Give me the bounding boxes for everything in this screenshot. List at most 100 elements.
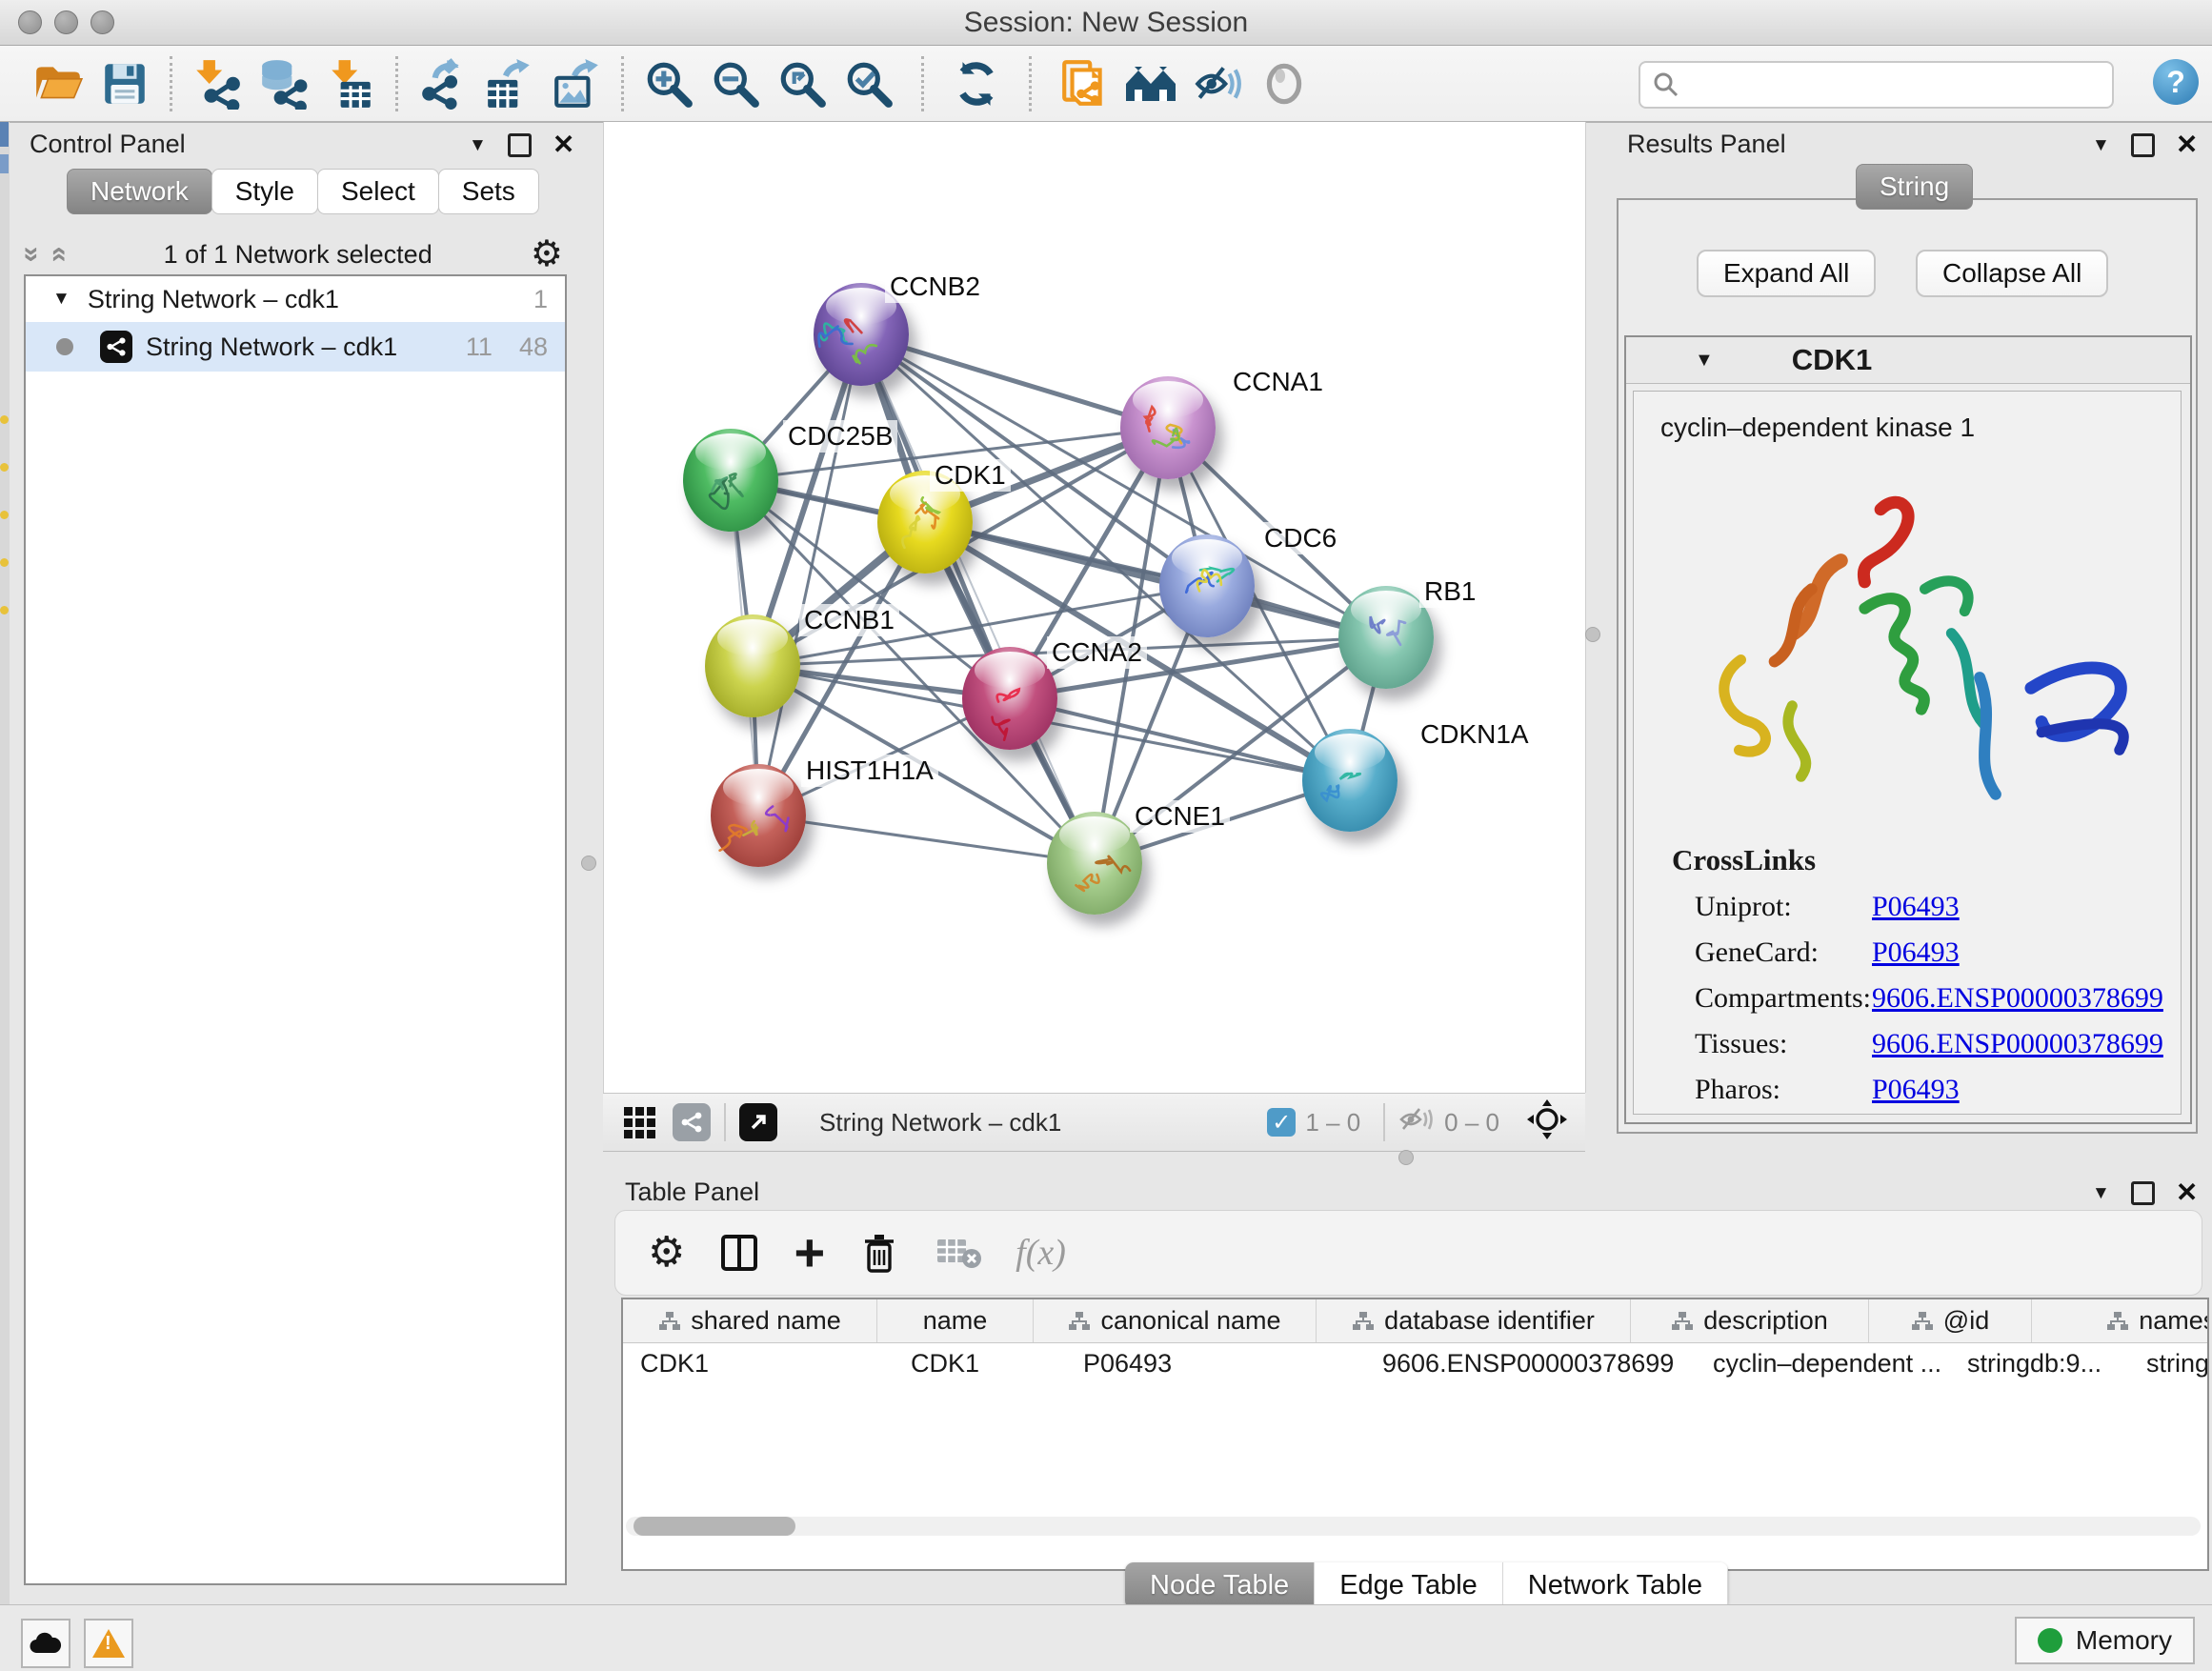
network-row-selected[interactable]: String Network – cdk1 11 48: [26, 322, 565, 372]
crosslink-link[interactable]: 9606.ENSP00000378699: [1872, 1028, 2163, 1059]
table-options-gear-icon[interactable]: ⚙: [648, 1232, 685, 1274]
table-panel-collapse-icon[interactable]: ▼: [2092, 1184, 2110, 1202]
import-table-icon[interactable]: [323, 56, 378, 111]
entry-collapse-icon[interactable]: ▼: [1695, 350, 1714, 372]
eye-disabled-icon[interactable]: [1257, 56, 1312, 111]
collection-label: String Network – cdk1: [88, 285, 339, 314]
collapse-all-networks-icon[interactable]: »: [41, 247, 73, 263]
crosslink-link[interactable]: P06493: [1872, 891, 1960, 922]
help-icon[interactable]: ?: [2153, 59, 2199, 105]
show-hide-icon[interactable]: [1190, 56, 1245, 111]
delete-table-icon: [934, 1232, 983, 1274]
column-header-database-identifier[interactable]: database identifier: [1317, 1299, 1631, 1342]
node-hist1h1a[interactable]: [711, 764, 806, 867]
control-panel-collapse-icon[interactable]: ▼: [469, 136, 487, 154]
crosslink-link[interactable]: P06493: [1872, 936, 1960, 968]
node-cdc25b[interactable]: [683, 429, 778, 532]
create-column-icon[interactable]: +: [794, 1234, 825, 1272]
node-label-ccnb1: CCNB1: [799, 604, 899, 636]
export-table-icon[interactable]: [482, 56, 537, 111]
tab-select[interactable]: Select: [317, 169, 439, 214]
node-label-rb1: RB1: [1419, 575, 1480, 608]
zoom-out-icon[interactable]: [708, 56, 763, 111]
zoom-selected-icon[interactable]: [841, 56, 896, 111]
birds-eye-view-icon[interactable]: [739, 1103, 777, 1141]
tab-sets[interactable]: Sets: [438, 169, 539, 214]
network-canvas[interactable]: CCNB2CCNA1CDC25BCDK1CDC6RB1CCNB1CCNA2CDK…: [603, 122, 1586, 1093]
cloud-status-button[interactable]: [21, 1619, 70, 1668]
result-entry-header[interactable]: ▼ CDK1: [1626, 337, 2190, 384]
column-header-namespace[interactable]: namespace: [2032, 1299, 2209, 1342]
table-horizontal-scrollbar[interactable]: [626, 1517, 2201, 1536]
node-ccnb1[interactable]: [705, 614, 800, 717]
save-session-icon[interactable]: [97, 56, 152, 111]
results-panel-float-icon[interactable]: [2131, 133, 2155, 157]
node-cdc6[interactable]: [1159, 534, 1255, 637]
node-ccna2[interactable]: [962, 647, 1057, 750]
export-network-icon[interactable]: [415, 56, 471, 111]
network-collection-row[interactable]: ▼ String Network – cdk1 1: [26, 276, 565, 322]
crosslink-link[interactable]: P06493: [1872, 1074, 1960, 1105]
import-network-file-icon[interactable]: [190, 56, 245, 111]
selected-count-icon[interactable]: ✓: [1267, 1108, 1296, 1137]
home-icon[interactable]: [1123, 56, 1178, 111]
node-label-cdk1: CDK1: [930, 459, 1011, 492]
string-view-icon[interactable]: [673, 1103, 711, 1141]
right-splitter-handle[interactable]: [1585, 627, 1600, 642]
open-session-icon[interactable]: [30, 56, 86, 111]
node-ccne1[interactable]: [1047, 812, 1142, 915]
search-field[interactable]: [1639, 61, 2114, 109]
table-row[interactable]: CDK1CDK1P064939606.ENSP00000378699cyclin…: [623, 1343, 2207, 1383]
control-panel-float-icon[interactable]: [508, 133, 532, 157]
tab-string-results[interactable]: String: [1856, 164, 1973, 210]
crosslink-value: 9606.ENSP00000378699: [1872, 982, 2163, 1015]
node-label-cdc25b: CDC25B: [783, 420, 897, 453]
horizontal-splitter-handle[interactable]: [1398, 1150, 1414, 1165]
string-import-icon[interactable]: [1056, 56, 1112, 111]
show-columns-icon[interactable]: [717, 1231, 761, 1275]
crosslink-link[interactable]: 9606.ENSP00000378699: [1872, 982, 2163, 1014]
zoom-fit-icon[interactable]: [774, 56, 830, 111]
results-panel-close-icon[interactable]: ✕: [2176, 131, 2198, 158]
hidden-count: 0 – 0: [1444, 1108, 1499, 1137]
tab-edge-table[interactable]: Edge Table: [1315, 1562, 1503, 1609]
fit-content-crosshair-icon[interactable]: [1526, 1098, 1568, 1147]
refresh-icon[interactable]: [949, 56, 1004, 111]
delete-column-icon[interactable]: [857, 1231, 901, 1275]
tab-node-table[interactable]: Node Table: [1125, 1562, 1315, 1609]
column-header--id[interactable]: @id: [1869, 1299, 2032, 1342]
grid-view-icon[interactable]: [624, 1107, 655, 1138]
cytoscape-window: Session: New Session: [0, 0, 2212, 1671]
hidden-count-icon[interactable]: [1398, 1103, 1435, 1142]
column-header-description[interactable]: description: [1631, 1299, 1869, 1342]
selected-count: 1 – 0: [1305, 1108, 1360, 1137]
left-splitter-handle[interactable]: [581, 856, 596, 871]
export-image-icon[interactable]: [549, 56, 604, 111]
results-panel-collapse-icon[interactable]: ▼: [2092, 136, 2110, 154]
collection-collapse-icon[interactable]: ▼: [52, 289, 70, 310]
tab-network-table[interactable]: Network Table: [1503, 1562, 1728, 1609]
import-network-database-icon[interactable]: [256, 56, 312, 111]
control-panel-close-icon[interactable]: ✕: [553, 131, 574, 158]
node-cdkn1a[interactable]: [1302, 729, 1398, 832]
tab-style[interactable]: Style: [211, 169, 318, 214]
warnings-button[interactable]: [84, 1619, 133, 1668]
column-header-name[interactable]: name: [877, 1299, 1034, 1342]
search-input[interactable]: [1688, 70, 2112, 101]
node-ccna1[interactable]: [1120, 376, 1216, 479]
expand-all-button[interactable]: Expand All: [1697, 250, 1876, 297]
collapse-all-button[interactable]: Collapse All: [1916, 250, 2108, 297]
function-builder-icon: f(x): [1016, 1232, 1066, 1274]
column-header-canonical-name[interactable]: canonical name: [1034, 1299, 1317, 1342]
table-panel-close-icon[interactable]: ✕: [2176, 1179, 2198, 1206]
node-label-hist1h1a: HIST1H1A: [801, 755, 938, 787]
table-panel-float-icon[interactable]: [2131, 1181, 2155, 1205]
zoom-in-icon[interactable]: [641, 56, 696, 111]
network-options-gear-icon[interactable]: ⚙: [531, 236, 563, 272]
tab-network[interactable]: Network: [67, 169, 212, 214]
crosslinks-title: CrossLinks: [1672, 843, 2181, 877]
column-header-shared-name[interactable]: shared name: [623, 1299, 877, 1342]
column-namespace-icon: [1671, 1311, 1694, 1332]
scrollbar-thumb[interactable]: [633, 1517, 795, 1536]
memory-button[interactable]: Memory: [2015, 1617, 2195, 1664]
